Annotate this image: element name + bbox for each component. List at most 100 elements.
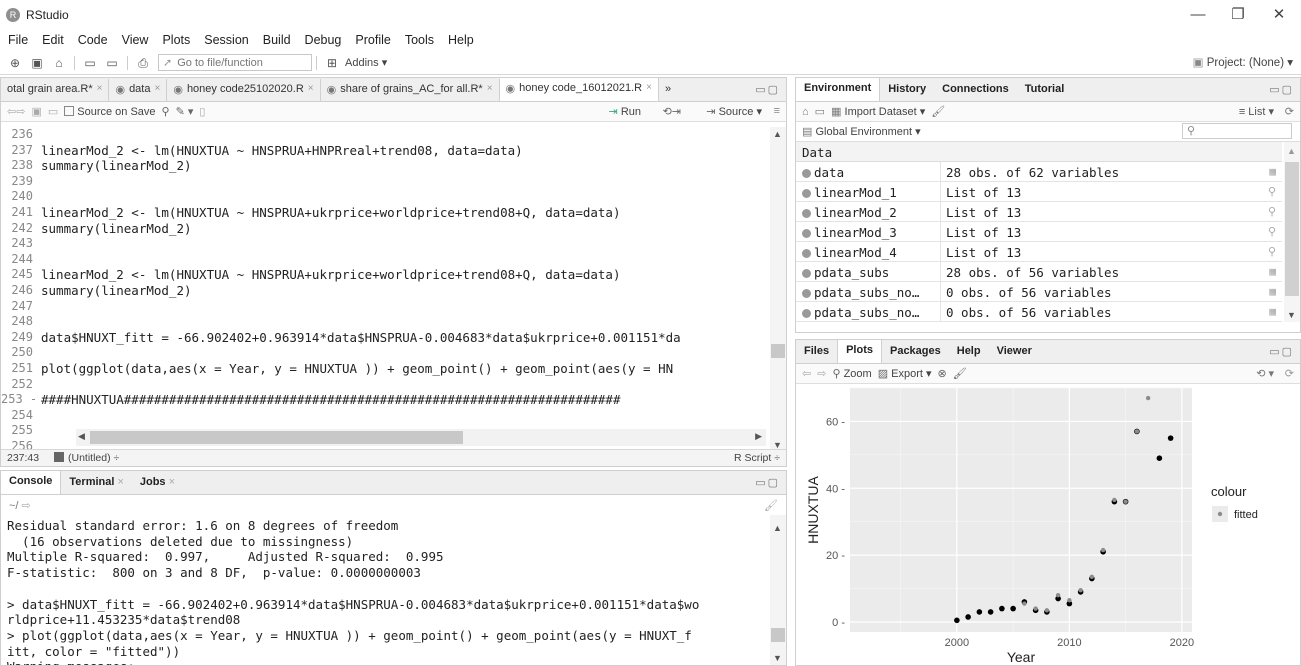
clear-workspace-icon[interactable]: 🖌 — [931, 105, 945, 118]
editor-vertical-scrollbar[interactable]: ▲ ▼ — [770, 127, 786, 452]
clear-console-icon[interactable]: 🖌 — [764, 499, 778, 512]
source-on-save-checkbox[interactable]: Source on Save — [64, 105, 156, 118]
search-icon[interactable]: ⚲ — [162, 105, 170, 118]
open-file-icon[interactable]: ⌂ — [51, 56, 67, 70]
grid-icon[interactable]: ▦ — [1269, 285, 1276, 298]
close-tab-icon[interactable]: × — [646, 82, 652, 93]
menu-help[interactable]: Help — [441, 30, 481, 50]
close-tab-icon[interactable]: × — [487, 83, 493, 94]
scroll-right-icon[interactable]: ▶ — [755, 431, 762, 442]
environment-row[interactable]: pdata_subs 28 obs. of 56 variables ▦ — [796, 262, 1282, 282]
grid-icon[interactable]: ▦ — [1269, 305, 1276, 318]
project-menu[interactable]: ▣ Project: (None) ▾ — [1193, 55, 1293, 69]
go-to-directory-icon[interactable]: ⇨ — [22, 500, 31, 512]
show-in-window-icon[interactable]: ▣ — [31, 105, 41, 118]
editor-tab[interactable]: ◉ honey code_16012021.R × — [499, 78, 659, 101]
code-editor[interactable]: 236 237 linearMod_2 <- lm(HNUXTUA ~ HNSPRU… — [1, 127, 771, 452]
menu-code[interactable]: Code — [71, 30, 115, 50]
save-icon[interactable]: ▭ — [82, 56, 98, 70]
maximize-button[interactable]: ❐ — [1223, 4, 1253, 26]
scroll-thumb[interactable] — [771, 344, 785, 358]
grid-layout-icon[interactable]: ⊞ — [324, 56, 340, 70]
environment-row[interactable]: pdata_subs_no… 0 obs. of 56 variables ▦ — [796, 302, 1282, 322]
grid-icon[interactable]: ▦ — [1269, 165, 1276, 178]
scroll-thumb[interactable] — [771, 628, 785, 642]
load-workspace-icon[interactable]: ⌂ — [802, 106, 809, 118]
remove-plot-icon[interactable]: ⊗ — [938, 367, 947, 380]
expand-icon[interactable] — [802, 189, 811, 198]
plots-pane-tab[interactable]: Help — [949, 341, 989, 363]
plots-pane-tab[interactable]: Plots — [837, 340, 882, 363]
menu-file[interactable]: File — [0, 30, 35, 50]
editor-tab[interactable]: otal grain area.R* × — [1, 79, 110, 101]
console-tab[interactable]: Console — [1, 471, 62, 494]
go-to-file-input[interactable]: ➚ Go to file/function — [158, 54, 312, 71]
menu-build[interactable]: Build — [256, 30, 298, 50]
menu-tools[interactable]: Tools — [398, 30, 441, 50]
save-icon[interactable]: ▭ — [48, 105, 58, 118]
scroll-down-icon[interactable]: ▼ — [1287, 310, 1296, 320]
minimize-button[interactable]: — — [1183, 4, 1213, 26]
expand-icon[interactable] — [802, 169, 811, 178]
menu-debug[interactable]: Debug — [298, 30, 349, 50]
menu-edit[interactable]: Edit — [35, 30, 71, 50]
more-tabs-button[interactable]: » — [659, 79, 677, 101]
expand-icon[interactable] — [802, 209, 811, 218]
save-all-icon[interactable]: ▭ — [104, 56, 120, 70]
environment-scrollbar[interactable]: ▲ ▼ — [1284, 142, 1300, 322]
new-file-icon[interactable]: ⊕ — [7, 56, 23, 70]
view-mode-selector[interactable]: ≡ List ▾ — [1239, 105, 1274, 118]
run-button[interactable]: ⇥ Run — [609, 105, 641, 118]
environment-row[interactable]: linearMod_2 List of 13 ⚲ — [796, 202, 1282, 222]
menu-plots[interactable]: Plots — [155, 30, 197, 50]
environment-tab[interactable]: Connections — [934, 79, 1017, 101]
console-tab[interactable]: Terminal × — [61, 472, 131, 494]
environment-row[interactable]: pdata_subs_no… 0 obs. of 56 variables ▦ — [796, 282, 1282, 302]
search-icon[interactable]: ⚲ — [1268, 185, 1276, 198]
pane-minimize-maximize[interactable]: ▭▢ — [755, 476, 780, 489]
scroll-down-icon[interactable]: ▼ — [773, 653, 782, 663]
environment-row[interactable]: data 28 obs. of 62 variables ▦ — [796, 162, 1282, 182]
search-icon[interactable]: ⚲ — [1268, 225, 1276, 238]
outline-icon[interactable]: ≡ — [774, 105, 780, 117]
publish-icon[interactable]: ⟲ ▾ — [1256, 367, 1274, 380]
plots-pane-tab[interactable]: Viewer — [989, 341, 1040, 363]
scope-dropdown[interactable]: ▤ Global Environment ▾ — [802, 125, 921, 138]
clear-plots-icon[interactable]: 🖌 — [953, 367, 967, 380]
back-icon[interactable]: ⇦⇨ — [7, 105, 25, 118]
plots-pane-tab[interactable]: Files — [796, 341, 837, 363]
editor-tab[interactable]: ◉ data × — [109, 79, 168, 101]
import-dataset-button[interactable]: ▦ Import Dataset ▾ — [831, 105, 925, 118]
h-scroll-thumb[interactable] — [90, 431, 463, 444]
environment-row[interactable]: linearMod_4 List of 13 ⚲ — [796, 242, 1282, 262]
pane-minimize-maximize[interactable]: ▭▢ — [1269, 345, 1294, 358]
scroll-left-icon[interactable]: ◀ — [78, 431, 85, 442]
pane-minimize-maximize[interactable]: ▭▢ — [1269, 83, 1294, 96]
menu-session[interactable]: Session — [197, 30, 255, 50]
expand-icon[interactable] — [802, 229, 811, 238]
scroll-up-icon[interactable]: ▲ — [773, 129, 782, 139]
file-type-selector[interactable]: R Script ÷ — [734, 452, 780, 464]
search-icon[interactable]: ⚲ — [1268, 245, 1276, 258]
next-plot-icon[interactable]: ⇨ — [817, 367, 826, 380]
close-tab-icon[interactable]: × — [97, 83, 103, 94]
environment-row[interactable]: linearMod_3 List of 13 ⚲ — [796, 222, 1282, 242]
grid-icon[interactable]: ▦ — [1269, 265, 1276, 278]
editor-tab[interactable]: ◉ share of grains_AC_for all.R* × — [321, 79, 500, 101]
code-tools-icon[interactable]: ✎ ▾ — [176, 105, 194, 118]
plots-pane-tab[interactable]: Packages — [882, 341, 949, 363]
source-button[interactable]: ⇥ Source ▾ — [706, 105, 762, 118]
print-icon[interactable]: ⎙ — [135, 56, 151, 70]
console-vertical-scrollbar[interactable]: ▲ ▼ — [770, 515, 786, 665]
environment-search-input[interactable]: ⚲ — [1182, 123, 1292, 139]
open-project-icon[interactable]: ▣ — [29, 56, 45, 70]
scroll-up-icon[interactable]: ▲ — [773, 523, 782, 533]
close-tab-icon[interactable]: × — [117, 476, 123, 488]
pane-minimize-maximize[interactable]: ▭▢ — [755, 83, 780, 96]
save-workspace-icon[interactable]: ▭ — [815, 105, 825, 118]
expand-icon[interactable] — [802, 269, 811, 278]
environment-tab[interactable]: History — [880, 79, 934, 101]
previous-plot-icon[interactable]: ⇦ — [802, 367, 811, 380]
close-button[interactable]: ✕ — [1264, 4, 1294, 26]
menu-profile[interactable]: Profile — [348, 30, 397, 50]
